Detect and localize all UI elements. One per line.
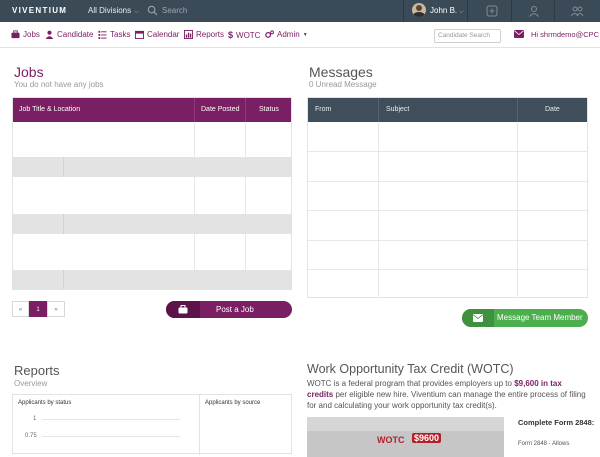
mail-icon[interactable] <box>514 30 524 38</box>
team-icon[interactable] <box>570 4 584 18</box>
jobs-table-header: Job Title & Location Date Posted Status <box>13 98 291 122</box>
avatar[interactable] <box>412 3 426 17</box>
table-row <box>13 214 291 234</box>
nav-candidate[interactable]: Candidate <box>45 30 93 39</box>
wotc-title: Work Opportunity Tax Credit (WOTC) <box>307 362 514 376</box>
gridline <box>42 436 180 437</box>
col-job-title[interactable]: Job Title & Location <box>19 106 80 113</box>
applicants-by-source-label: Applicants by source <box>205 400 261 406</box>
pager-prev[interactable]: « <box>12 301 29 317</box>
chart-icon <box>184 30 193 39</box>
mail-icon-wrap <box>462 309 494 327</box>
messages-subtitle: 0 Unread Message <box>309 80 377 89</box>
table-row <box>13 157 291 177</box>
pager-page-1[interactable]: 1 <box>29 301 47 317</box>
calendar-icon <box>135 30 144 39</box>
messages-title: Messages <box>309 64 373 80</box>
message-team-member-label: Message Team Member <box>497 313 583 322</box>
greeting-text: Hi shrmdemo@CPC <box>531 30 600 39</box>
nav-admin-label: Admin <box>277 30 300 39</box>
nav-calendar[interactable]: Calendar <box>135 30 179 39</box>
briefcase-icon-wrap <box>166 301 200 318</box>
applicants-by-status-label: Applicants by status <box>18 400 72 406</box>
search-icon[interactable] <box>147 5 158 16</box>
nav-reports-label: Reports <box>196 30 225 39</box>
divider <box>554 0 555 22</box>
messages-table: From Subject Date <box>307 97 588 298</box>
reports-title: Reports <box>14 363 60 378</box>
divider <box>403 0 404 22</box>
form-2848-description: Form 2848 - Allows <box>518 441 570 447</box>
jobs-subtitle: You do not have any jobs <box>14 80 104 89</box>
top-bar: VIVENTIUM All Divisions ⌵ Search John B. ⌵ <box>0 0 600 22</box>
col-status[interactable]: Status <box>259 106 279 113</box>
nav-wotc[interactable]: $ WOTC <box>228 30 260 40</box>
user-icon[interactable] <box>527 4 541 18</box>
gridline <box>42 419 180 420</box>
col-date-posted[interactable]: Date Posted <box>201 106 240 113</box>
wotc-text-part: per eligible new hire. Viventium can man… <box>307 390 586 410</box>
gears-icon <box>265 30 274 38</box>
chevron-down-icon: ⌵ <box>134 9 139 15</box>
nav-reports[interactable]: Reports <box>184 30 224 39</box>
nav-candidate-label: Candidate <box>57 30 94 39</box>
post-job-label: Post a Job <box>216 305 254 314</box>
nav-jobs[interactable]: Jobs <box>11 30 40 39</box>
chevron-down-icon: ⌵ <box>459 9 464 15</box>
briefcase-icon <box>178 305 188 314</box>
wotc-description: WOTC is a federal program that provides … <box>307 378 590 411</box>
account-menu[interactable]: Hi shrmdemo@CPC ▼ <box>531 30 600 39</box>
add-icon[interactable] <box>485 4 499 18</box>
user-name: John B. <box>430 6 458 15</box>
messages-table-header: From Subject Date <box>308 98 587 122</box>
nav-admin[interactable]: Admin ▼ <box>265 30 308 39</box>
dollar-icon: $ <box>228 30 234 40</box>
chevron-down-icon: ▼ <box>302 31 308 38</box>
divider <box>467 0 468 22</box>
nav-tasks[interactable]: Tasks <box>98 30 130 39</box>
col-date[interactable]: Date <box>545 106 560 113</box>
nav-jobs-label: Jobs <box>23 30 40 39</box>
tasks-icon <box>98 30 107 39</box>
y-tick: 0.75 <box>25 433 37 439</box>
reports-subtitle: Overview <box>14 379 48 388</box>
col-subject[interactable]: Subject <box>386 106 409 113</box>
post-job-button[interactable]: Post a Job <box>166 301 292 318</box>
jobs-table: Job Title & Location Date Posted Status <box>12 97 292 290</box>
user-icon <box>45 30 54 39</box>
jobs-title: Jobs <box>14 64 44 80</box>
wotc-text-part: WOTC is a federal program that provides … <box>307 379 515 388</box>
user-menu[interactable]: John B. ⌵ <box>430 6 464 16</box>
table-row <box>13 270 291 289</box>
briefcase-icon <box>11 30 20 39</box>
global-search-input[interactable]: Search <box>162 6 187 15</box>
nav-calendar-label: Calendar <box>147 30 180 39</box>
candidate-search-input[interactable]: Candidate Search <box>434 29 501 43</box>
wotc-badge-label: WOTC <box>377 435 405 445</box>
col-from[interactable]: From <box>315 106 331 113</box>
wotc-badge-amount: $9600 <box>412 433 442 443</box>
division-selector[interactable]: All Divisions ⌵ <box>88 6 139 16</box>
message-team-member-button[interactable]: Message Team Member <box>462 309 588 327</box>
form-2848-title: Complete Form 2848: <box>518 418 595 427</box>
wotc-banner-image: WOTC $9600 <box>307 417 504 457</box>
division-label: All Divisions <box>88 6 132 15</box>
nav-wotc-label: WOTC <box>236 30 261 40</box>
divider <box>511 0 512 22</box>
nav-tasks-label: Tasks <box>110 30 131 39</box>
y-tick: 1 <box>33 416 37 422</box>
mail-icon <box>473 314 483 322</box>
viventium-logo[interactable]: VIVENTIUM <box>12 6 67 15</box>
pager-next[interactable]: » <box>47 301 65 317</box>
